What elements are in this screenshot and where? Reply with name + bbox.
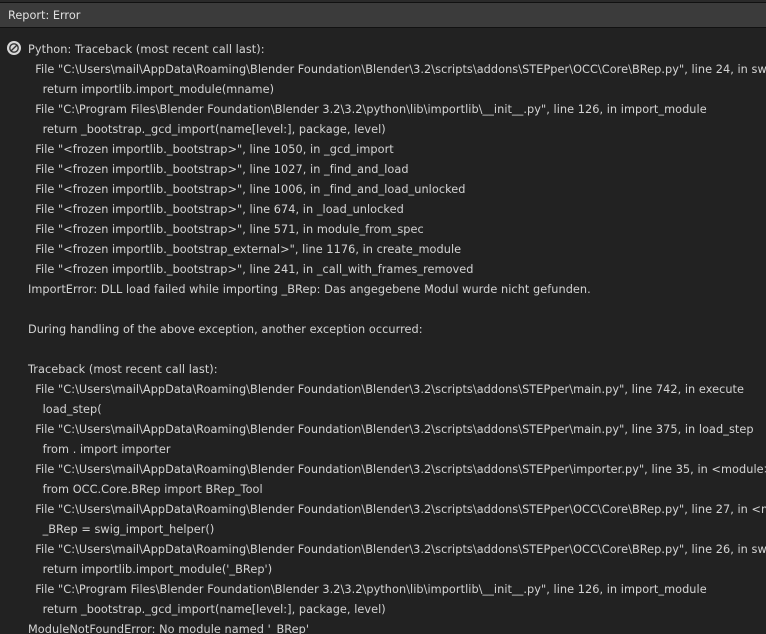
report-header: Report: Error	[0, 3, 766, 28]
error-cancel-icon	[7, 41, 21, 55]
error-icon-cell	[0, 40, 28, 55]
traceback-text: Python: Traceback (most recent call last…	[28, 40, 766, 634]
report-body: Python: Traceback (most recent call last…	[0, 28, 766, 634]
error-entry: Python: Traceback (most recent call last…	[0, 40, 766, 634]
report-title: Report: Error	[8, 9, 80, 22]
